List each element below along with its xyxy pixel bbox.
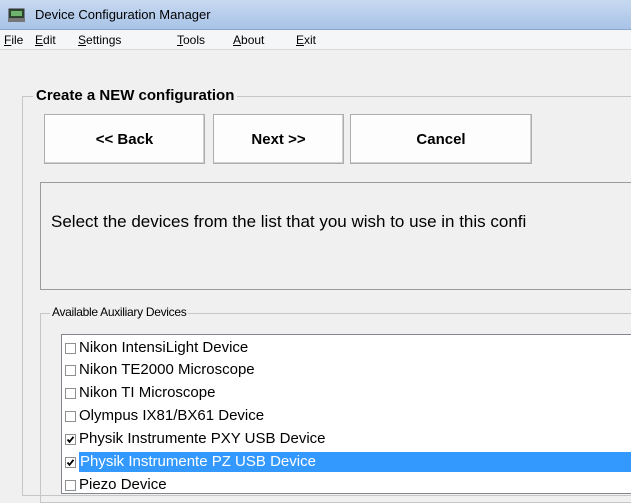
back-button[interactable]: << Back — [44, 114, 205, 164]
next-button[interactable]: Next >> — [213, 114, 344, 164]
device-label: Nikon TE2000 Microscope — [79, 361, 255, 378]
app-icon — [8, 8, 25, 22]
checkmark-icon — [66, 458, 75, 466]
device-item[interactable]: Piezo Device — [65, 475, 631, 493]
device-item[interactable]: Nikon IntensiLight Device — [65, 338, 631, 358]
create-config-title: Create a NEW configuration — [33, 87, 238, 104]
checkbox[interactable] — [65, 364, 76, 376]
menu-file[interactable]: File — [4, 33, 23, 47]
device-label: Nikon TI Microscope — [79, 384, 216, 401]
window-title: Device Configuration Manager — [35, 7, 211, 22]
device-item-selected[interactable]: Physik Instrumente PZ USB Device — [65, 452, 631, 472]
menu-about[interactable]: About — [233, 33, 264, 47]
checkbox[interactable] — [65, 479, 76, 491]
device-item[interactable]: Nikon TE2000 Microscope — [65, 360, 631, 380]
checkbox[interactable] — [65, 342, 76, 354]
checkbox[interactable] — [65, 410, 76, 422]
menu-exit[interactable]: Exit — [296, 33, 316, 47]
menu-settings[interactable]: Settings — [78, 33, 121, 47]
device-item[interactable]: Olympus IX81/BX61 Device — [65, 406, 631, 426]
checkmark-icon — [66, 435, 75, 443]
device-label: Physik Instrumente PXY USB Device — [79, 430, 326, 447]
title-bar: Device Configuration Manager — [0, 0, 631, 30]
cancel-button[interactable]: Cancel — [350, 114, 532, 164]
instruction-text: Select the devices from the list that yo… — [51, 212, 527, 231]
device-label: Olympus IX81/BX61 Device — [79, 407, 265, 424]
device-label: Piezo Device — [79, 476, 167, 493]
device-item[interactable]: Nikon TI Microscope — [65, 383, 631, 403]
checkbox-checked[interactable] — [65, 456, 76, 468]
device-label: Physik Instrumente PZ USB Device — [79, 452, 631, 472]
checkbox-checked[interactable] — [65, 433, 76, 445]
aux-devices-list[interactable]: Nikon IntensiLight Device Nikon TE2000 M… — [61, 334, 631, 494]
checkbox[interactable] — [65, 387, 76, 399]
menu-tools[interactable]: Tools — [177, 33, 205, 47]
menu-edit[interactable]: Edit — [35, 33, 56, 47]
aux-devices-title: Available Auxiliary Devices — [50, 305, 189, 319]
instruction-box — [40, 182, 631, 290]
device-item[interactable]: Physik Instrumente PXY USB Device — [65, 429, 631, 449]
device-label: Nikon IntensiLight Device — [79, 339, 249, 356]
menu-bar: File Edit Settings Tools About Exit — [0, 30, 631, 50]
